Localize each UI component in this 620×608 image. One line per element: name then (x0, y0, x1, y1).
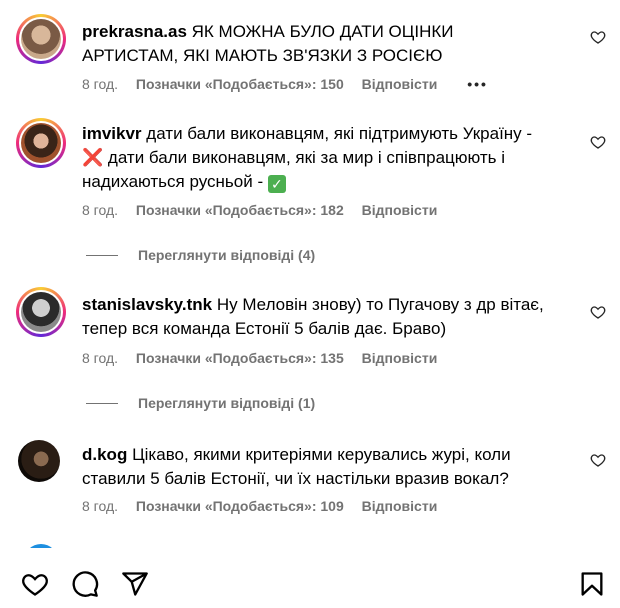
more-options-icon[interactable]: ••• (467, 76, 488, 92)
timestamp: 8 год. (82, 202, 119, 218)
avatar[interactable] (18, 440, 60, 482)
timestamp: 8 год. (82, 76, 119, 92)
view-replies-label[interactable]: Переглянути відповіді (4) (138, 247, 315, 263)
likes-count[interactable]: Позначки «Подобається»: 150 (136, 76, 344, 92)
comment-meta: 8 год. Позначки «Подобається»: 150 Відпо… (82, 76, 502, 92)
avatar[interactable] (21, 123, 61, 163)
heart-icon[interactable] (590, 29, 606, 45)
comment-text: prekrasna.as ЯК МОЖНА БУЛО ДАТИ ОЦІНКИ А… (82, 20, 552, 68)
avatar-ring[interactable] (16, 14, 66, 64)
comment-icon[interactable] (70, 570, 100, 598)
heart-icon[interactable] (590, 452, 606, 468)
comment-meta: 8 год. Позначки «Подобається»: 135 Відпо… (82, 350, 451, 366)
reply-button[interactable]: Відповісти (362, 350, 438, 366)
heart-icon[interactable] (20, 570, 50, 598)
comment-text: stanislavsky.tnk Ну Меловін знову) то Пу… (82, 293, 552, 341)
view-replies-label[interactable]: Переглянути відповіді (1) (138, 395, 315, 411)
username[interactable]: d.kog (82, 445, 127, 464)
avatar-ring[interactable] (16, 118, 66, 168)
heart-icon[interactable] (590, 304, 606, 320)
likes-count[interactable]: Позначки «Подобається»: 135 (136, 350, 344, 366)
reply-button[interactable]: Відповісти (362, 76, 438, 92)
divider (86, 402, 118, 404)
check-mark-icon: ✓ (267, 175, 286, 193)
heart-icon[interactable] (590, 134, 606, 150)
comment-meta: 8 год. Позначки «Подобається»: 182 Відпо… (82, 202, 451, 218)
divider (86, 254, 118, 256)
bookmark-icon[interactable] (578, 570, 606, 598)
comment-text: d.kog Цікаво, якими критеріями керувалис… (82, 443, 552, 491)
username[interactable]: imvikvr (82, 124, 142, 143)
avatar-ring[interactable] (16, 287, 66, 337)
cross-mark-icon: ❌ (82, 148, 104, 167)
reply-button[interactable]: Відповісти (362, 202, 438, 218)
username[interactable]: prekrasna.as (82, 22, 187, 41)
view-replies-button[interactable]: Переглянути відповіді (4) (86, 247, 315, 263)
comment-body: дати бали виконавцям, які підтримують Ук… (146, 124, 533, 143)
comment-text: imvikvr дати бали виконавцям, які підтри… (82, 122, 552, 194)
likes-count[interactable]: Позначки «Подобається»: 182 (136, 202, 344, 218)
view-replies-button[interactable]: Переглянути відповіді (1) (86, 395, 315, 411)
username[interactable]: stanislavsky.tnk (82, 295, 212, 314)
comment-body: Цікаво, якими критеріями керувались журі… (82, 445, 511, 488)
likes-count[interactable]: Позначки «Подобається»: 109 (136, 498, 344, 514)
avatar[interactable] (21, 19, 61, 59)
share-icon[interactable] (120, 570, 150, 598)
avatar[interactable] (21, 292, 61, 332)
comment-meta: 8 год. Позначки «Подобається»: 109 Відпо… (82, 498, 451, 514)
reply-button[interactable]: Відповісти (362, 498, 438, 514)
timestamp: 8 год. (82, 498, 119, 514)
comment-body-2: дати бали виконавцям, які за мир і співп… (82, 148, 506, 191)
timestamp: 8 год. (82, 350, 119, 366)
